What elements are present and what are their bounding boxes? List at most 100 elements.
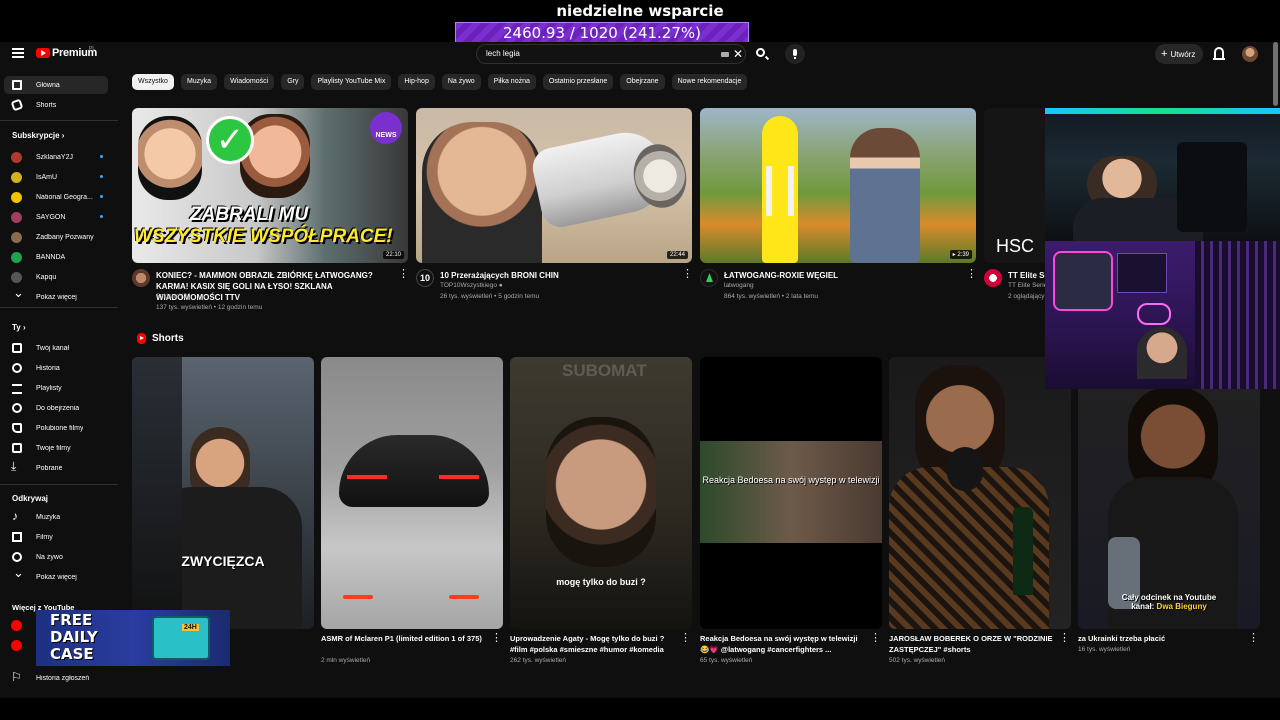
sidebar-item[interactable]: Twoje filmy [4,439,108,457]
more-actions-icon[interactable] [682,267,693,280]
sidebar-subscription[interactable]: Kapqu [4,268,108,286]
channel-name[interactable]: latwogang [724,282,754,289]
search-query[interactable]: lech legia [486,49,520,58]
short-views: 262 tys. wyświetleń [510,657,566,664]
keyboard-icon[interactable] [721,52,729,57]
sidebar-item[interactable]: Playlisty [4,379,108,397]
channel-logo-icon [706,273,713,282]
filter-chip[interactable]: Gry [281,74,305,90]
sidebar-item[interactable]: Pobrane [4,459,108,477]
sidebar-subscription[interactable]: Zadbany Pozwany [4,228,108,246]
short-thumbnail[interactable]: Reakcja Bedoesa na swój występ w telewiz… [700,357,882,629]
short-thumbnail[interactable] [889,357,1071,629]
channel-avatar[interactable]: 10 [416,269,434,287]
more-actions-icon[interactable] [966,267,977,280]
video-title[interactable]: ŁATWOGANG-ROXIE WĘGIEL [724,270,960,281]
channel-name[interactable]: TT Elite Serie [1008,282,1048,289]
channel-name[interactable]: SzklanaY2J [156,293,190,300]
video-thumbnail[interactable]: HSC [984,108,1048,263]
sidebar-item-home[interactable]: Główna [4,76,108,94]
more-actions-icon[interactable] [1248,631,1259,644]
menu-icon[interactable] [12,48,24,58]
search-button[interactable] [749,44,773,64]
shorts-icon [10,98,24,112]
sidebar-item[interactable]: Historia [4,359,108,377]
filter-chip[interactable]: Hip-hop [398,74,435,90]
sidebar-subscription[interactable]: SAYGON [4,208,108,226]
sidebar-subscription[interactable]: IsAmU [4,168,108,186]
video-title[interactable]: TT Elite Seri [1008,270,1048,281]
video-title[interactable]: KONIEC? - MAMMON OBRAZIŁ ZBIÓRKĘ ŁATWOGA… [156,270,392,303]
filter-chip[interactable]: Piłka nożna [487,74,536,90]
short-title[interactable]: Uprowadzenie Agaty - Mogę tylko do buzi … [510,633,674,655]
thumbnail-caption: WSZYSTKIE WSPÓŁPRACE! [134,226,393,247]
voice-search-button[interactable] [785,44,805,64]
sidebar-item-report-history[interactable]: Historia zgłoszeń [4,669,108,687]
notifications-bell-icon[interactable] [1213,47,1225,60]
video-meta: 864 tys. wyświetleń • 2 lata temu [724,293,819,300]
search-input[interactable]: lech legia ✕ [476,44,746,64]
new-content-dot-icon [100,195,103,198]
channel-avatar[interactable] [132,269,150,287]
short-title[interactable]: JAROSŁAW BOBEREK O ORZE W "RODZINIE ZAST… [889,633,1053,655]
create-button[interactable]: + Utwórz [1155,44,1203,64]
sidebar-item[interactable]: Pokaż więcej [4,565,108,586]
sidebar-item[interactable]: Muzyka [4,508,108,526]
short-thumbnail[interactable]: ZWYCIĘZCA [132,357,314,629]
short-title[interactable]: ASMR of Mclaren P1 (limited edition 1 of… [321,633,485,644]
short-thumbnail[interactable]: SUBOMAT mogę tylko do buzi ? [510,357,692,629]
sidebar-item[interactable]: Filmy [4,528,108,546]
sidebar-item[interactable]: Twój kanał [4,339,108,357]
video-thumbnail[interactable]: 22:44 [416,108,692,263]
video-meta: 2 oglądający [1008,293,1045,300]
promo-text: FREE DAILY CASE [50,611,98,663]
explore-header: Odkrywaj [12,494,49,503]
more-actions-icon[interactable] [870,631,881,644]
filter-chip[interactable]: Muzyka [180,74,218,90]
short-title[interactable]: Reakcja Bedoesa na swój występ w telewiz… [700,633,864,655]
filter-chip[interactable]: Na żywo [441,74,481,90]
account-avatar[interactable] [1242,46,1258,62]
more-actions-icon[interactable] [398,267,409,280]
subscriptions-header[interactable]: Subskrypcje › [12,131,64,140]
sidebar-item[interactable]: Na żywo [4,548,108,566]
short-title[interactable]: za Ukrainki trzeba płacić [1078,633,1242,644]
sidebar-subscription[interactable]: National Geogra... [4,188,108,206]
channel-name[interactable]: TOP10Wszystkiego ● [440,282,503,289]
filter-chip[interactable]: Nowe rekomendacje [671,74,748,90]
promo-badge: 24H [182,624,199,631]
sidebar-item[interactable]: Polubione filmy [4,419,108,437]
sidebar-subscription[interactable]: BANNDA [4,248,108,266]
filter-chip[interactable]: Obejrzane [620,74,665,90]
divider [0,120,118,121]
video-thumbnail[interactable]: ▸ 2:39 [700,108,976,263]
short-thumbnail[interactable]: Cały odcinek na Youtube kanał: Dwa Biegu… [1078,357,1260,629]
more-actions-icon[interactable] [491,631,502,644]
short-thumbnail[interactable] [321,357,503,629]
youtube-logo-icon[interactable] [36,48,50,58]
sidebar-subscription[interactable]: SzklanaY2J [4,148,108,166]
duration-badge: 22:44 [666,251,688,259]
music-icon [12,509,22,523]
video-thumbnail[interactable]: ✓ NEWS ZABRALI MU WSZYSTKIE WSPÓŁPRACE! … [132,108,408,263]
news-badge: NEWS [370,112,402,144]
sidebar-item-shorts[interactable]: Shorts [4,96,108,114]
sidebar-item[interactable]: Do obejrzenia [4,399,108,417]
filter-chip[interactable]: Wszystko [132,74,174,90]
more-actions-icon[interactable] [680,631,691,644]
channel-avatar[interactable] [984,269,1002,287]
more-actions-icon[interactable] [1059,631,1070,644]
duration-badge: ▸ 2:39 [949,250,972,259]
you-header[interactable]: Ty › [12,323,26,332]
sidebar-show-more[interactable]: Pokaż więcej [4,285,108,306]
short-caption: ZWYCIĘZCA [181,553,265,569]
scrollbar-thumb[interactable] [1273,42,1278,106]
video-title[interactable]: 10 Przerażających BRONI CHIN [440,270,676,281]
channel-avatar[interactable] [700,269,718,287]
filter-chip[interactable]: Ostatnio przesłane [542,74,614,90]
clear-search-icon[interactable]: ✕ [733,47,743,61]
filter-chip[interactable]: Playlisty YouTube Mix [311,74,392,90]
like-icon [12,423,22,433]
filter-chip[interactable]: Wiadomości [224,74,275,90]
short-views: 2 mln wyświetleń [321,657,371,664]
